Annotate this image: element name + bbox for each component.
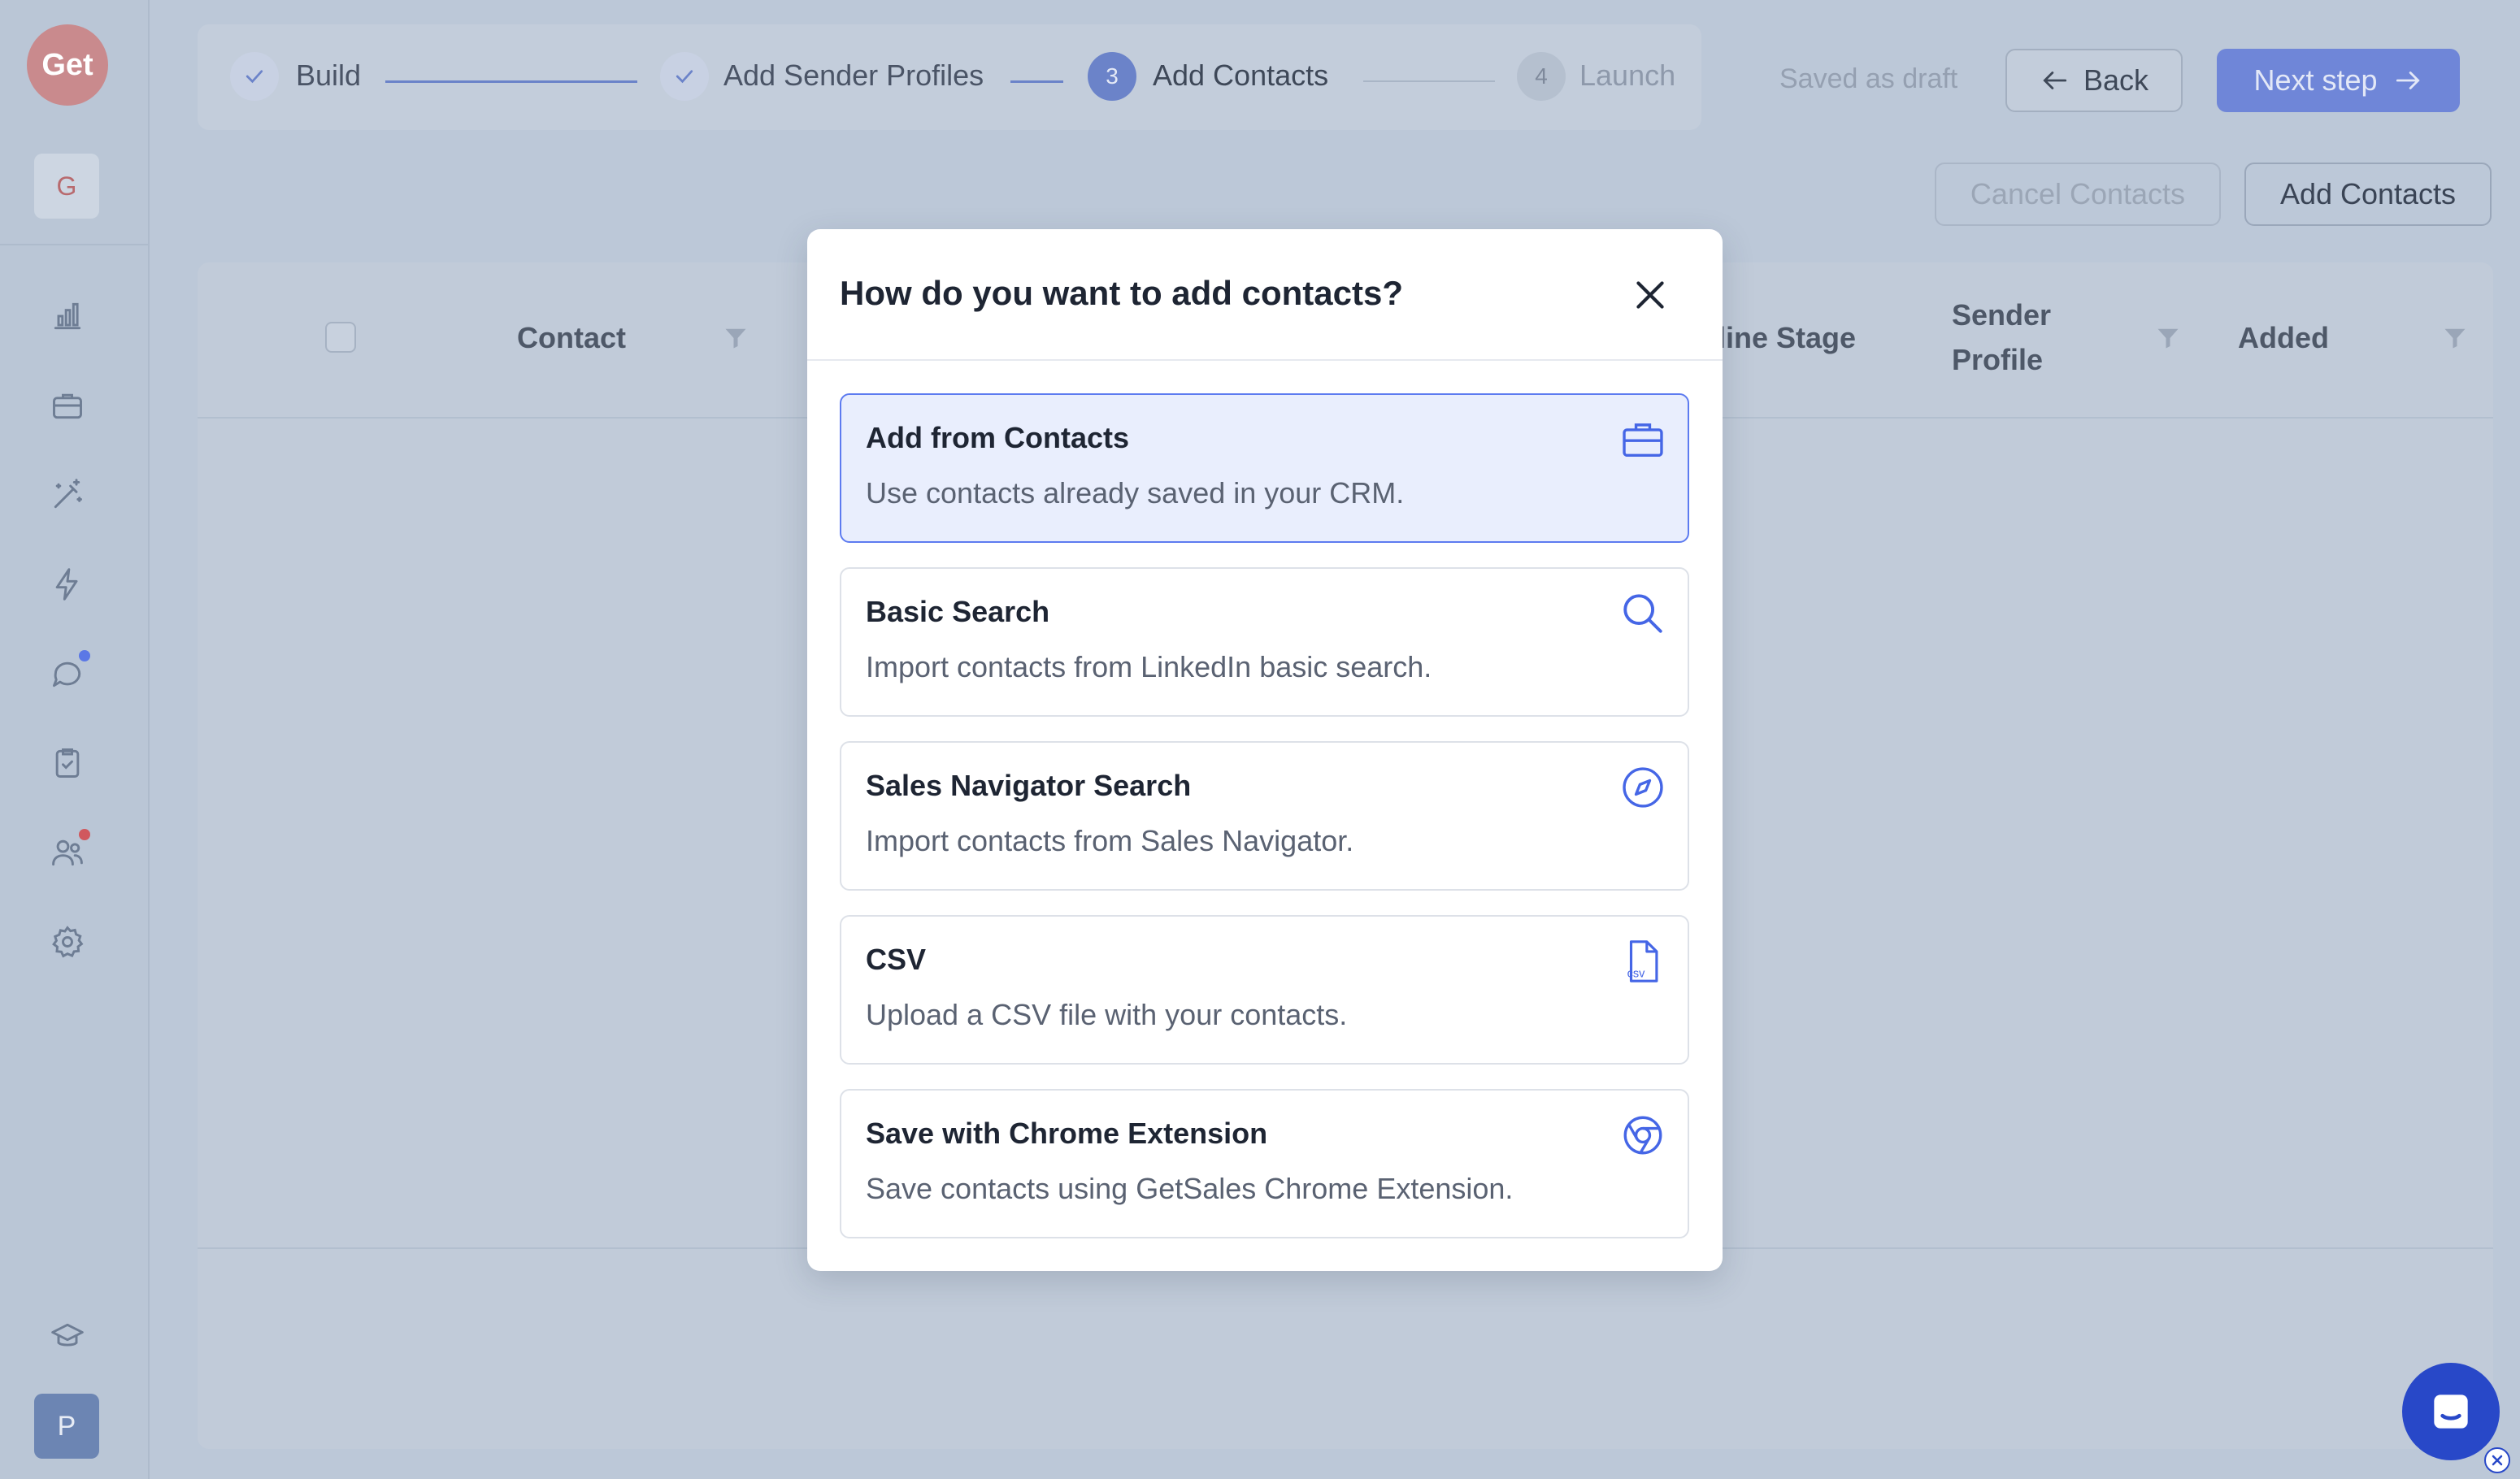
option-description: Save contacts using GetSales Chrome Exte… bbox=[866, 1172, 1514, 1205]
step-sender-profiles-check bbox=[660, 52, 709, 101]
step-build-check bbox=[230, 52, 279, 101]
sidebar-divider bbox=[0, 244, 148, 245]
option-csv[interactable]: CSV Upload a CSV file with your contacts… bbox=[840, 915, 1689, 1065]
option-title: Sales Navigator Search bbox=[866, 769, 1192, 802]
step-launch-label[interactable]: Launch bbox=[1579, 59, 1675, 93]
back-button-label: Back bbox=[2083, 63, 2149, 97]
step-connector bbox=[385, 80, 637, 83]
modal-title: How do you want to add contacts? bbox=[840, 274, 1403, 312]
contact-filter-icon[interactable] bbox=[723, 327, 748, 349]
option-description: Upload a CSV file with your contacts. bbox=[866, 998, 1348, 1031]
step-connector bbox=[1010, 80, 1063, 83]
chrome-icon bbox=[1623, 1116, 1662, 1155]
back-button[interactable]: Back bbox=[2005, 49, 2183, 112]
chat-widget-icon bbox=[2434, 1394, 2468, 1429]
next-step-button[interactable]: Next step bbox=[2217, 49, 2460, 112]
step-connector bbox=[1363, 80, 1495, 82]
graduation-cap-icon[interactable] bbox=[44, 1313, 91, 1360]
support-chat-button[interactable] bbox=[2402, 1363, 2500, 1460]
chart-icon[interactable] bbox=[44, 293, 91, 340]
column-added[interactable]: Added bbox=[2238, 315, 2329, 360]
option-basic-search[interactable]: Basic Search Import contacts from Linked… bbox=[840, 567, 1689, 717]
draft-status: Saved as draft bbox=[1779, 63, 1958, 94]
added-filter-icon[interactable] bbox=[2443, 327, 2467, 349]
search-icon bbox=[1623, 594, 1662, 633]
briefcase-icon bbox=[1623, 423, 1663, 458]
sidebar: Get G P bbox=[0, 0, 150, 1479]
step-launch-number: 4 bbox=[1517, 52, 1566, 101]
column-contact[interactable]: Contact bbox=[517, 315, 626, 360]
close-icon bbox=[2492, 1455, 2503, 1466]
chat-notification-dot bbox=[79, 650, 90, 661]
option-title: Save with Chrome Extension bbox=[866, 1117, 1268, 1150]
clipboard-check-icon[interactable] bbox=[44, 740, 91, 787]
lightning-icon[interactable] bbox=[44, 561, 91, 608]
option-add-from-contacts[interactable]: Add from Contacts Use contacts already s… bbox=[840, 393, 1689, 543]
add-contacts-modal: How do you want to add contacts? Add fro… bbox=[807, 229, 1723, 1271]
arrow-left-icon bbox=[2043, 72, 2067, 89]
option-description: Import contacts from Sales Navigator. bbox=[866, 824, 1354, 857]
campaign-stepper: Build Add Sender Profiles 3 Add Contacts… bbox=[198, 24, 1701, 130]
cancel-contacts-button[interactable]: Cancel Contacts bbox=[1935, 163, 2221, 226]
svg-text:csv: csv bbox=[1627, 967, 1646, 980]
select-all-checkbox[interactable] bbox=[325, 322, 356, 353]
user-avatar[interactable]: P bbox=[34, 1394, 99, 1459]
sender-profile-filter-icon[interactable] bbox=[2156, 327, 2180, 349]
step-add-contacts-number: 3 bbox=[1088, 52, 1136, 101]
column-pipeline-stage[interactable]: line Stage bbox=[1718, 315, 1856, 360]
gear-icon[interactable] bbox=[44, 918, 91, 965]
workspace-avatar[interactable]: G bbox=[34, 154, 99, 219]
add-contacts-button[interactable]: Add Contacts bbox=[2244, 163, 2492, 226]
modal-divider bbox=[807, 359, 1723, 361]
chat-dismiss-button[interactable] bbox=[2484, 1447, 2510, 1473]
option-title: Basic Search bbox=[866, 595, 1050, 628]
app-logo[interactable]: Get bbox=[27, 24, 108, 106]
team-notification-dot bbox=[79, 829, 90, 840]
column-sender-profile[interactable]: Sender Profile bbox=[1952, 293, 2114, 382]
briefcase-icon[interactable] bbox=[44, 382, 91, 429]
option-title: CSV bbox=[866, 943, 927, 976]
compass-icon bbox=[1623, 767, 1663, 808]
arrow-right-icon bbox=[2396, 72, 2420, 89]
csv-file-icon: csv bbox=[1627, 940, 1658, 982]
option-description: Use contacts already saved in your CRM. bbox=[866, 476, 1405, 510]
close-icon[interactable] bbox=[1630, 275, 1671, 315]
option-description: Import contacts from LinkedIn basic sear… bbox=[866, 650, 1432, 683]
step-build-label[interactable]: Build bbox=[296, 59, 361, 93]
next-step-label: Next step bbox=[2253, 63, 2378, 97]
option-sales-navigator-search[interactable]: Sales Navigator Search Import contacts f… bbox=[840, 741, 1689, 891]
option-title: Add from Contacts bbox=[866, 421, 1129, 454]
magic-wand-icon[interactable] bbox=[44, 471, 91, 518]
step-add-contacts-label[interactable]: Add Contacts bbox=[1153, 59, 1328, 93]
step-sender-profiles-label[interactable]: Add Sender Profiles bbox=[723, 59, 984, 93]
option-chrome-extension[interactable]: Save with Chrome Extension Save contacts… bbox=[840, 1089, 1689, 1238]
